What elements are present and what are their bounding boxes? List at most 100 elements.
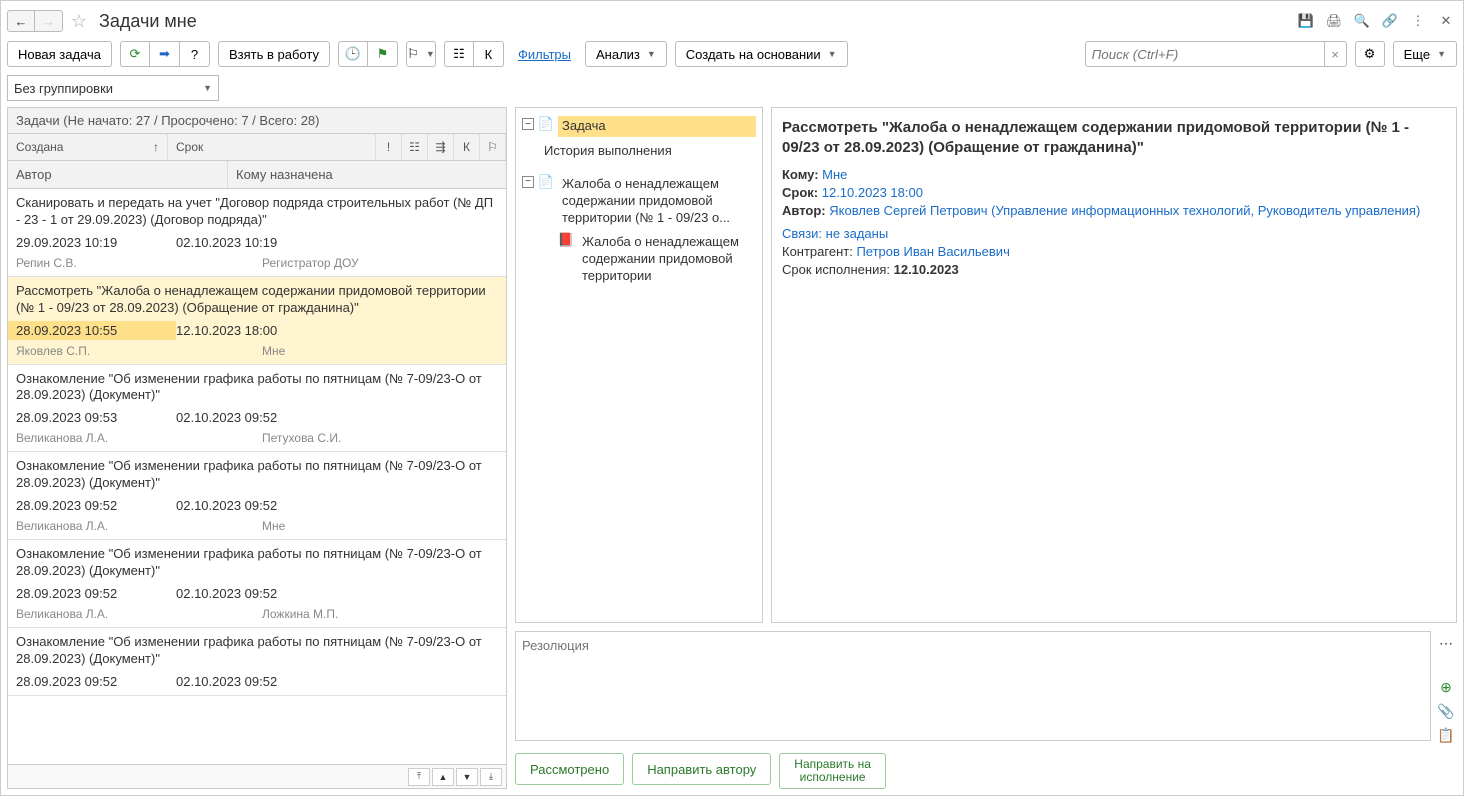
task-created: 28.09.2023 10:55 [8,321,176,340]
detail-due-label: Срок: [782,185,818,200]
print-icon[interactable]: 🖨 [1323,10,1345,32]
forward-arrow-button[interactable]: ➡ [150,41,180,67]
detail-contractor-value[interactable]: Петров Иван Васильевич [856,244,1009,259]
task-title: Сканировать и передать на учет "Договор … [16,195,498,229]
settings-button[interactable]: ⚙ [1355,41,1385,67]
close-icon[interactable]: ✕ [1435,10,1457,32]
task-title: Ознакомление "Об изменении графика работ… [16,371,498,405]
more-menu-icon[interactable]: ⋮ [1407,10,1429,32]
task-created: 29.09.2023 10:19 [16,235,176,250]
task-author: Репин С.В. [16,256,262,270]
detail-links[interactable]: Связи: не заданы [782,226,888,241]
task-assignee: Регистратор ДОУ [262,256,359,270]
tasks-summary: Задачи (Не начато: 27 / Просрочено: 7 / … [8,108,506,134]
favorite-star-icon[interactable]: ☆ [67,9,91,33]
column-assignee[interactable]: Кому назначена [228,161,506,188]
task-created: 28.09.2023 09:52 [16,674,176,689]
scroll-bottom-button[interactable]: ⤓ [480,768,502,786]
task-row[interactable]: Ознакомление "Об изменении графика работ… [8,365,506,453]
take-to-work-button[interactable]: Взять в работу [218,41,330,67]
tree-collapse-doc[interactable]: − [522,176,534,188]
task-due: 02.10.2023 09:52 [176,410,277,425]
task-author: Великанова Л.А. [16,431,262,445]
task-title: Ознакомление "Об изменении графика работ… [16,546,498,580]
task-title: Рассмотреть "Жалоба о ненадлежащем содер… [16,283,498,317]
clock-button[interactable]: 🕒 [338,41,368,67]
resolution-expand-button[interactable]: ⋯ [1436,633,1456,653]
task-title: Ознакомление "Об изменении графика работ… [16,634,498,668]
resolution-paste-button[interactable]: 📋 [1436,725,1456,745]
scroll-top-button[interactable]: ⤒ [408,768,430,786]
column-flag-icon[interactable]: ⚐ [480,134,506,160]
nav-back-button[interactable]: ← [7,10,35,32]
task-created: 28.09.2023 09:52 [16,586,176,601]
tree-doc-label[interactable]: Жалоба о ненадлежащем содержании придомо… [558,174,756,229]
task-created: 28.09.2023 09:52 [16,498,176,513]
detail-contractor-label: Контрагент: [782,244,853,259]
k-button[interactable]: К [474,41,504,67]
search-input[interactable] [1085,41,1325,67]
task-author: Великанова Л.А. [16,519,262,533]
flag-green-button[interactable]: ⚑ [368,41,398,67]
tree-task-label[interactable]: Задача [558,116,756,137]
refresh-button[interactable]: ⟳ [120,41,150,67]
task-row[interactable]: Рассмотреть "Жалоба о ненадлежащем содер… [8,277,506,365]
resolution-input[interactable] [515,631,1431,741]
tree-history-label[interactable]: История выполнения [540,141,756,162]
task-author: Яковлев С.П. [16,344,262,358]
scroll-up-button[interactable]: ▲ [432,768,454,786]
task-row[interactable]: Сканировать и передать на учет "Договор … [8,189,506,277]
detail-exec-due-label: Срок исполнения: [782,262,890,277]
column-author[interactable]: Автор [8,161,228,188]
task-author: Великанова Л.А. [16,607,262,621]
link-icon[interactable]: 🔗 [1379,10,1401,32]
detail-to-label: Кому: [782,167,819,182]
more-button[interactable]: Еще▼ [1393,41,1457,67]
reviewed-button[interactable]: Рассмотрено [515,753,624,785]
detail-due-value[interactable]: 12.10.2023 18:00 [822,185,923,200]
detail-author-value[interactable]: Яковлев Сергей Петрович (Управление инфо… [829,203,1420,218]
send-to-execution-button[interactable]: Направить на исполнение [779,753,886,789]
help-button[interactable]: ? [180,41,210,67]
page-title: Задачи мне [95,11,197,32]
filters-link[interactable]: Фильтры [512,47,577,62]
nav-forward-button[interactable]: → [35,10,63,32]
tree-view-button[interactable]: ☷ [444,41,474,67]
column-due[interactable]: Срок [168,134,376,160]
column-created[interactable]: Создана ↑ [8,134,168,160]
task-created: 28.09.2023 09:53 [16,410,176,425]
task-row[interactable]: Ознакомление "Об изменении графика работ… [8,540,506,628]
save-icon[interactable]: 💾 [1295,10,1317,32]
detail-author-label: Автор: [782,203,826,218]
column-important-icon[interactable]: ! [376,134,402,160]
scroll-down-button[interactable]: ▼ [456,768,478,786]
pdf-icon: 📕 [558,232,574,249]
tree-collapse-task[interactable]: − [522,118,534,130]
column-k-icon[interactable]: К [454,134,480,160]
task-due: 02.10.2023 09:52 [176,586,277,601]
task-row[interactable]: Ознакомление "Об изменении графика работ… [8,628,506,696]
analysis-button[interactable]: Анализ▼ [585,41,667,67]
resolution-add-button[interactable]: ⊕ [1436,677,1456,697]
task-assignee: Ложкина М.П. [262,607,338,621]
detail-to-value[interactable]: Мне [822,167,847,182]
column-status-icon[interactable]: ☷ [402,134,428,160]
chevron-down-icon: ▼ [203,83,212,93]
tree-pdf-label[interactable]: Жалоба о ненадлежащем содержании придомо… [578,232,756,287]
grouping-select[interactable]: Без группировки ▼ [7,75,219,101]
document-icon: 📄 [538,174,554,191]
send-to-author-button[interactable]: Направить автору [632,753,771,785]
task-due: 02.10.2023 09:52 [176,498,277,513]
create-based-button[interactable]: Создать на основании▼ [675,41,848,67]
task-row[interactable]: Ознакомление "Об изменении графика работ… [8,452,506,540]
search-page-icon[interactable]: 🔍 [1351,10,1373,32]
task-due: 02.10.2023 10:19 [176,235,277,250]
new-task-button[interactable]: Новая задача [7,41,112,67]
column-tree-icon[interactable]: ⇶ [428,134,454,160]
search-clear-button[interactable]: × [1325,41,1347,67]
task-due: 02.10.2023 09:52 [176,674,277,689]
task-assignee: Мне [262,344,285,358]
flag-dropdown-button[interactable]: ⚐▼ [406,41,436,67]
resolution-attach-button[interactable]: 📎 [1436,701,1456,721]
detail-exec-due-value: 12.10.2023 [894,262,959,277]
